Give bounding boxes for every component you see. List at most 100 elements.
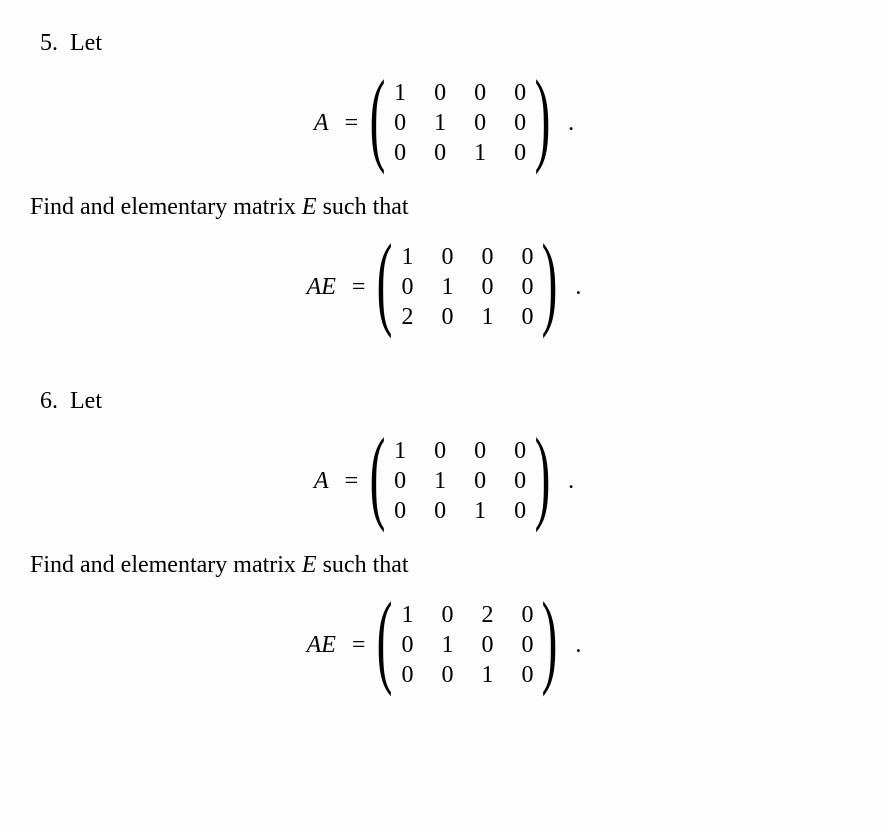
var-E: E [321, 632, 336, 658]
var-A: A [314, 468, 329, 495]
find-suffix: such that [317, 194, 409, 220]
cell: 0 [471, 436, 489, 466]
cell: 1 [438, 272, 456, 302]
cell: 0 [478, 272, 496, 302]
right-paren-icon: ) [535, 75, 551, 159]
cell: 1 [391, 436, 409, 466]
left-paren-icon: ( [377, 239, 393, 323]
cell: 1 [431, 466, 449, 496]
equals-sign: = [352, 274, 366, 301]
table-row: 0 1 0 0 [398, 272, 536, 302]
var-A: A [314, 110, 329, 137]
equals-sign: = [345, 110, 359, 137]
cell: 0 [431, 138, 449, 168]
cell: 0 [518, 242, 536, 272]
table-row: 0 1 0 0 [398, 630, 536, 660]
cell: 1 [391, 78, 409, 108]
cell: 0 [511, 108, 529, 138]
problem-intro: Let [70, 30, 102, 57]
cell: 0 [398, 272, 416, 302]
period: . [568, 468, 574, 495]
cell: 0 [431, 496, 449, 526]
cell: 2 [398, 302, 416, 332]
find-prefix: Find and elementary matrix [30, 194, 302, 220]
var-A: A [307, 274, 322, 300]
table-row: 0 0 1 0 [398, 660, 536, 690]
cell: 0 [398, 660, 416, 690]
table-row: 2 0 1 0 [398, 302, 536, 332]
table-row: 1 0 2 0 [398, 600, 536, 630]
cell: 0 [511, 496, 529, 526]
cell: 0 [518, 302, 536, 332]
problem-header: 5. Let [30, 30, 858, 57]
matrix-A: ( 1 0 0 0 0 1 0 0 0 [374, 430, 546, 532]
table-row: 1 0 0 0 [398, 242, 536, 272]
right-paren-icon: ) [542, 239, 558, 323]
cell: 1 [398, 600, 416, 630]
cell: 0 [391, 496, 409, 526]
cell: 1 [478, 302, 496, 332]
cell: 1 [471, 496, 489, 526]
var-E: E [302, 194, 317, 220]
table-row: 0 1 0 0 [391, 466, 529, 496]
matrix-AE: ( 1 0 2 0 0 1 0 0 0 [381, 594, 553, 696]
cell: 1 [431, 108, 449, 138]
problem-number: 6. [40, 388, 58, 415]
problem-header: 6. Let [30, 388, 858, 415]
table-row: 0 1 0 0 [391, 108, 529, 138]
cell: 1 [398, 242, 416, 272]
equation-A: A = ( 1 0 0 0 0 1 0 0 [30, 72, 858, 174]
cell: 0 [438, 600, 456, 630]
cell: 0 [471, 78, 489, 108]
cell: 0 [438, 242, 456, 272]
cell: 0 [431, 78, 449, 108]
table-row: 1 0 0 0 [391, 78, 529, 108]
find-text: Find and elementary matrix E such that [30, 194, 858, 221]
cell: 0 [398, 630, 416, 660]
cell: 1 [478, 660, 496, 690]
var-A: A [307, 632, 322, 658]
var-E: E [302, 552, 317, 578]
cell: 0 [391, 108, 409, 138]
cell: 0 [518, 660, 536, 690]
period: . [575, 632, 581, 659]
problem-number: 5. [40, 30, 58, 57]
cell: 0 [391, 138, 409, 168]
cell: 0 [511, 466, 529, 496]
equation-AE: AE = ( 1 0 0 0 0 1 0 0 [30, 236, 858, 338]
problem-6: 6. Let A = ( 1 0 0 0 0 1 0 [30, 388, 858, 696]
cell: 1 [438, 630, 456, 660]
cell: 0 [431, 436, 449, 466]
cell: 0 [438, 660, 456, 690]
cell: 0 [471, 108, 489, 138]
find-suffix: such that [317, 552, 409, 578]
right-paren-icon: ) [542, 597, 558, 681]
left-paren-icon: ( [370, 433, 386, 517]
left-paren-icon: ( [370, 75, 386, 159]
equals-sign: = [345, 468, 359, 495]
cell: 0 [511, 138, 529, 168]
cell: 0 [478, 630, 496, 660]
cell: 2 [478, 600, 496, 630]
right-paren-icon: ) [535, 433, 551, 517]
cell: 0 [518, 600, 536, 630]
cell: 0 [511, 436, 529, 466]
matrix-AE: ( 1 0 0 0 0 1 0 0 2 [381, 236, 553, 338]
cell: 0 [518, 272, 536, 302]
period: . [575, 274, 581, 301]
equation-A: A = ( 1 0 0 0 0 1 0 0 [30, 430, 858, 532]
cell: 0 [471, 466, 489, 496]
table-row: 0 0 1 0 [391, 138, 529, 168]
problem-5: 5. Let A = ( 1 0 0 0 0 1 0 [30, 30, 858, 338]
var-E: E [321, 274, 336, 300]
period: . [568, 110, 574, 137]
left-paren-icon: ( [377, 597, 393, 681]
cell: 1 [471, 138, 489, 168]
find-prefix: Find and elementary matrix [30, 552, 302, 578]
cell: 0 [511, 78, 529, 108]
matrix-A: ( 1 0 0 0 0 1 0 0 0 [374, 72, 546, 174]
cell: 0 [391, 466, 409, 496]
find-text: Find and elementary matrix E such that [30, 552, 858, 579]
cell: 0 [438, 302, 456, 332]
equation-AE: AE = ( 1 0 2 0 0 1 0 0 [30, 594, 858, 696]
